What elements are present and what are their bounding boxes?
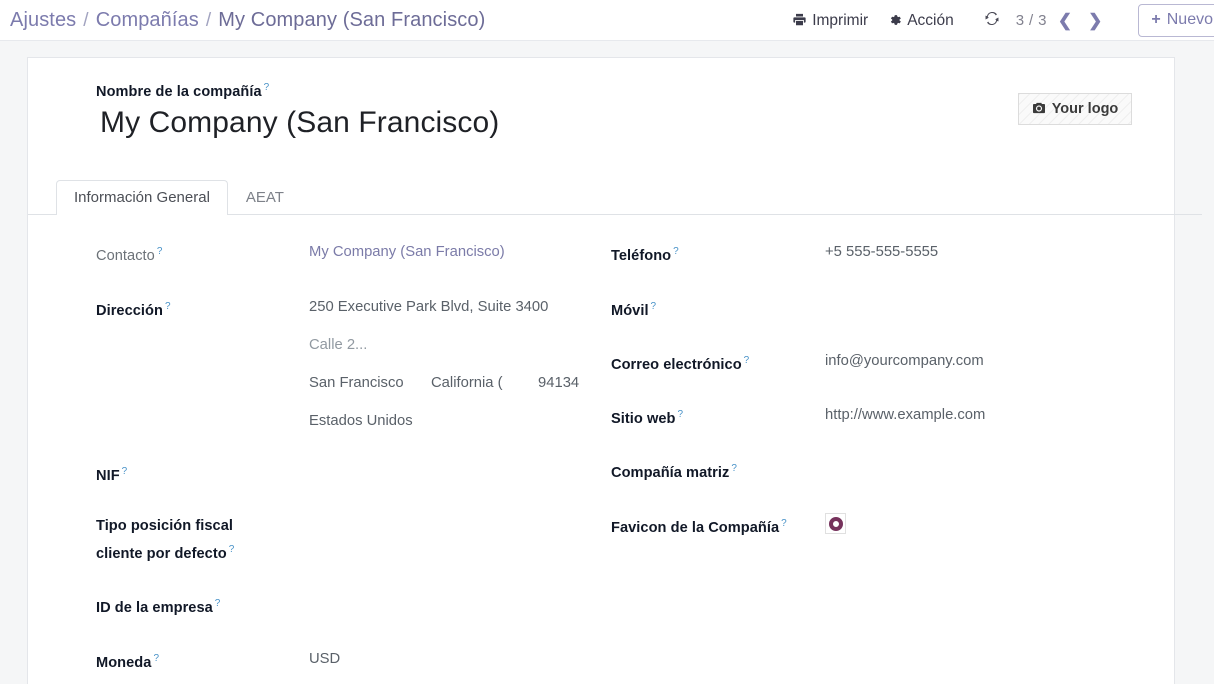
help-icon[interactable]: ? (264, 82, 270, 93)
form-column-left: Contacto? My Company (San Francisco) Dir… (68, 239, 601, 684)
help-icon[interactable]: ? (673, 246, 679, 257)
plus-icon: + (1151, 11, 1161, 28)
control-panel-actions: Imprimir Acción 3 / 3 ❮ ❯ + Nuevo (782, 0, 1214, 41)
pager: 3 / 3 ❮ ❯ (982, 11, 1108, 30)
field-telefono-label: Teléfono? (611, 245, 679, 264)
field-sitio-web-label: Sitio web? (611, 409, 684, 428)
field-telefono-value[interactable]: +5 555-555-5555 (825, 239, 938, 268)
field-telefono: Teléfono? +5 555-555-5555 (611, 239, 1134, 268)
address-street2-placeholder[interactable]: Calle 2... (309, 332, 579, 357)
record-title-block: Nombre de la compañía? My Company (San F… (68, 82, 499, 140)
breadcrumb-item-current: My Company (San Francisco) (218, 8, 486, 31)
favicon-image[interactable] (825, 513, 846, 535)
help-icon[interactable]: ? (781, 518, 787, 529)
pager-previous-icon[interactable]: ❮ (1053, 12, 1077, 29)
form-column-right: Teléfono? +5 555-555-5555 Móvil? Correo … (601, 239, 1134, 684)
printer-icon (792, 13, 807, 29)
help-icon[interactable]: ? (731, 463, 737, 474)
tab-aeat[interactable]: AEAT (228, 180, 302, 215)
field-posicion-fiscal: Tipo posición fiscal cliente por defecto… (96, 514, 591, 566)
help-icon[interactable]: ? (229, 544, 235, 555)
form-view-background: Nombre de la compañía? My Company (San F… (0, 41, 1214, 684)
field-contacto-value[interactable]: My Company (San Francisco) (309, 239, 505, 268)
refresh-icon[interactable] (982, 11, 1010, 30)
help-icon[interactable]: ? (651, 301, 657, 312)
address-street[interactable]: 250 Executive Park Blvd, Suite 3400 (309, 294, 579, 319)
field-sitio-web: Sitio web? http://www.example.com (611, 402, 1134, 431)
field-movil-label: Móvil? (611, 300, 657, 319)
breadcrumb-separator: / (205, 9, 212, 31)
print-button[interactable]: Imprimir (782, 9, 878, 33)
company-name-value[interactable]: My Company (San Francisco) (96, 106, 499, 140)
field-moneda-value[interactable]: USD (309, 646, 340, 675)
field-compania-matriz: Compañía matriz? (611, 456, 1134, 485)
new-record-label: Nuevo (1166, 11, 1213, 28)
field-contacto-label: Contacto? (96, 245, 163, 264)
field-favicon: Favicon de la Compañía? (611, 511, 1134, 540)
notebook-tabs: Información General AEAT (28, 178, 1202, 216)
field-movil: Móvil? (611, 294, 1134, 323)
new-record-button[interactable]: + Nuevo (1138, 4, 1214, 37)
field-correo-electronico-label: Correo electrónico? (611, 354, 750, 373)
field-compania-matriz-label: Compañía matriz? (611, 463, 737, 482)
field-moneda: Moneda? USD (96, 646, 591, 675)
pager-next-icon[interactable]: ❯ (1083, 12, 1107, 29)
address-city-state-zip: San Francisco California ( 94134 (309, 370, 579, 395)
address-block: 250 Executive Park Blvd, Suite 3400 Call… (309, 294, 579, 433)
field-nif: NIF? (96, 459, 591, 488)
help-icon[interactable]: ? (153, 653, 159, 664)
control-panel: Ajustes / Compañías / My Company (San Fr… (0, 0, 1214, 41)
tab-informacion-general[interactable]: Información General (56, 179, 228, 216)
help-icon[interactable]: ? (122, 466, 128, 477)
company-name-label: Nombre de la compañía? (96, 82, 270, 100)
help-icon[interactable]: ? (165, 301, 171, 312)
field-direccion-label: Dirección? (96, 300, 171, 319)
help-icon[interactable]: ? (215, 598, 221, 609)
action-button[interactable]: Acción (878, 9, 964, 33)
field-compania-matriz-value[interactable] (825, 456, 865, 485)
field-nif-label: NIF? (96, 465, 128, 484)
action-label: Acción (907, 11, 954, 29)
field-posicion-fiscal-value[interactable] (309, 514, 349, 566)
pager-count: 3 / 3 (1015, 12, 1047, 29)
form-fields: Contacto? My Company (San Francisco) Dir… (68, 215, 1134, 684)
field-id-empresa-value[interactable] (309, 591, 349, 620)
help-icon[interactable]: ? (678, 409, 684, 420)
breadcrumb-item-companies[interactable]: Compañías (96, 9, 199, 32)
form-sheet: Nombre de la compañía? My Company (San F… (27, 57, 1202, 684)
field-correo-electronico: Correo electrónico? info@yourcompany.com (611, 348, 1134, 377)
print-label: Imprimir (812, 11, 869, 29)
field-favicon-label: Favicon de la Compañía? (611, 518, 787, 536)
field-contacto: Contacto? My Company (San Francisco) (96, 239, 591, 268)
gear-icon (888, 13, 902, 29)
address-state[interactable]: California ( (431, 372, 538, 395)
help-icon[interactable]: ? (744, 355, 750, 366)
address-zip[interactable]: 94134 (538, 372, 579, 395)
field-id-empresa: ID de la empresa? (96, 591, 591, 620)
breadcrumb-item-settings[interactable]: Ajustes (10, 9, 76, 32)
field-posicion-fiscal-label: Tipo posición fiscal cliente por defecto… (96, 517, 235, 562)
company-logo-placeholder-label: Your logo (1051, 101, 1119, 117)
help-icon[interactable]: ? (157, 246, 163, 257)
field-correo-electronico-value[interactable]: info@yourcompany.com (825, 348, 984, 377)
field-direccion: Dirección? 250 Executive Park Blvd, Suit… (96, 294, 591, 433)
field-movil-value[interactable] (825, 294, 865, 323)
address-city[interactable]: San Francisco (309, 372, 431, 395)
field-moneda-label: Moneda? (96, 653, 160, 672)
breadcrumb: Ajustes / Compañías / My Company (San Fr… (10, 9, 485, 32)
field-nif-value[interactable] (309, 459, 349, 488)
company-logo-placeholder[interactable]: Your logo (1018, 93, 1132, 125)
breadcrumb-separator: / (83, 9, 89, 31)
address-country[interactable]: Estados Unidos (309, 408, 579, 433)
camera-icon (1032, 102, 1046, 117)
odoo-favicon-ring-icon (828, 516, 843, 531)
record-title-row: Nombre de la compañía? My Company (San F… (68, 82, 1134, 140)
field-sitio-web-value[interactable]: http://www.example.com (825, 402, 985, 431)
field-id-empresa-label: ID de la empresa? (96, 598, 221, 617)
